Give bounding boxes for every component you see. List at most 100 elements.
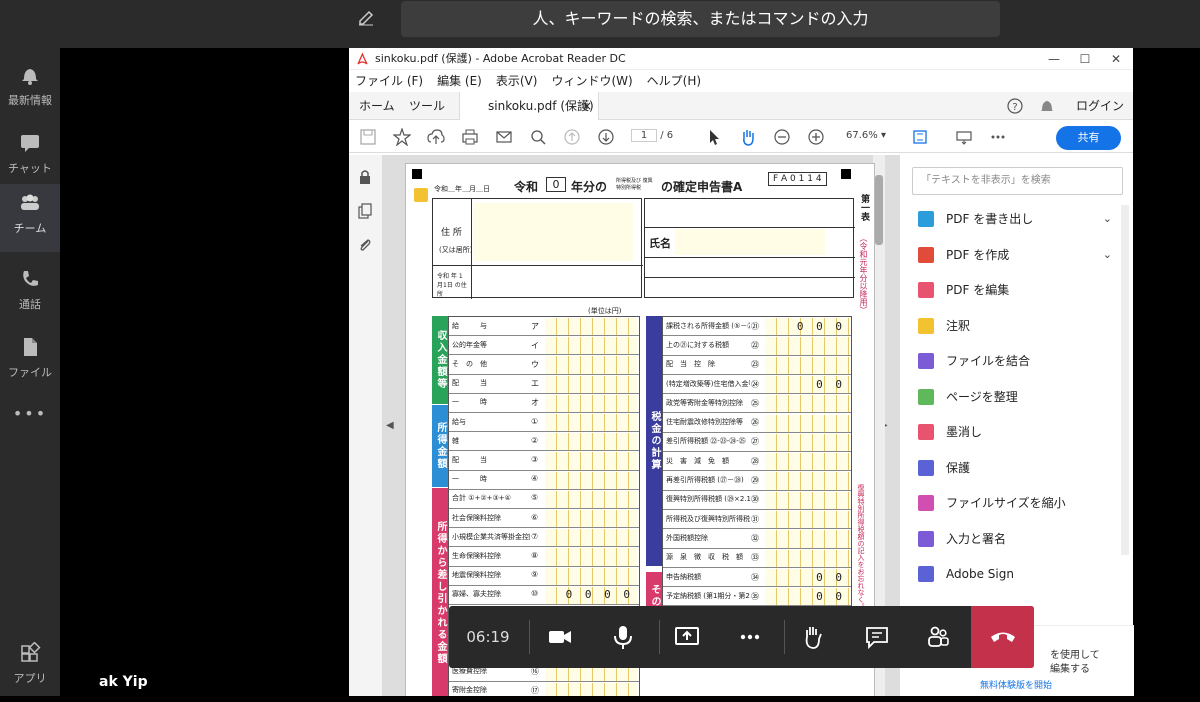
amount-input[interactable] <box>765 491 849 509</box>
minimize-icon[interactable]: — <box>1039 48 1069 70</box>
amount-input[interactable] <box>545 433 637 451</box>
amount-input[interactable] <box>765 549 849 567</box>
amount-input[interactable]: 0 0 0 0 <box>545 586 637 604</box>
amount-input[interactable] <box>545 682 637 696</box>
tool-item[interactable]: 保護 <box>918 456 1118 480</box>
next-page-icon[interactable] <box>597 128 615 146</box>
hang-up-button[interactable] <box>971 606 1034 668</box>
rail-item-more[interactable]: ••• <box>0 404 60 472</box>
help-icon[interactable]: ? <box>1007 98 1023 114</box>
amount-input[interactable] <box>765 337 849 355</box>
tools-scrollbar[interactable] <box>1121 205 1129 555</box>
rail-item-activity[interactable]: 最新情報 <box>0 56 60 124</box>
menu-window[interactable]: ウィンドウ(W) <box>551 70 632 92</box>
rail-item-calls[interactable]: 通話 <box>0 260 60 328</box>
attachment-icon[interactable] <box>357 237 373 253</box>
amount-input[interactable] <box>765 356 849 374</box>
amount-input[interactable] <box>545 529 637 547</box>
amount-input[interactable] <box>545 490 637 508</box>
tool-item[interactable]: ページを整理 <box>918 385 1118 409</box>
zoom-search-icon[interactable] <box>529 128 547 146</box>
rail-item-apps[interactable]: アプリ <box>0 634 60 702</box>
amount-input[interactable] <box>545 471 637 489</box>
address-input[interactable] <box>473 203 633 261</box>
amount-input[interactable] <box>545 394 637 412</box>
more-tools-icon[interactable] <box>989 128 1007 146</box>
tools-search-input[interactable]: 「テキストを非表示」を検索 <box>912 167 1123 195</box>
close-window-icon[interactable]: ✕ <box>1101 48 1131 70</box>
amount-input[interactable] <box>545 318 637 336</box>
tool-item[interactable]: ファイルサイズを縮小 <box>918 491 1118 515</box>
chevron-down-icon[interactable]: ⌄ <box>1103 243 1112 267</box>
chat-panel-icon[interactable] <box>863 623 891 651</box>
rail-item-teams[interactable]: チーム <box>0 184 60 252</box>
amount-input[interactable] <box>545 510 637 528</box>
tool-item[interactable]: 注釈 <box>918 314 1118 338</box>
tab-home[interactable]: ホーム <box>359 92 395 120</box>
amount-input[interactable] <box>545 567 637 585</box>
name-input[interactable] <box>675 229 825 255</box>
amount-input[interactable] <box>765 395 849 413</box>
amount-input[interactable] <box>545 375 637 393</box>
select-cursor-icon[interactable] <box>705 128 723 146</box>
save-icon[interactable] <box>359 128 377 146</box>
amount-input[interactable]: 0 0 <box>765 568 849 587</box>
more-actions-icon[interactable] <box>736 623 764 651</box>
zoom-in-icon[interactable] <box>807 128 825 146</box>
scrollbar-thumb[interactable] <box>875 175 883 245</box>
tab-close-icon[interactable]: × <box>582 92 592 120</box>
tab-document[interactable]: sinkoku.pdf (保護) × <box>459 92 599 120</box>
email-icon[interactable] <box>495 128 513 146</box>
keyboard-icon[interactable] <box>955 128 973 146</box>
amount-input[interactable] <box>545 452 637 470</box>
amount-input[interactable] <box>545 548 637 566</box>
tool-item[interactable]: ファイルを結合 <box>918 349 1118 373</box>
tool-item[interactable]: 入力と署名 <box>918 527 1118 551</box>
amount-input[interactable] <box>765 472 849 490</box>
amount-input[interactable] <box>765 511 849 529</box>
new-chat-edit-icon[interactable] <box>357 9 375 27</box>
amount-input[interactable] <box>765 433 849 452</box>
camera-icon[interactable] <box>546 623 574 651</box>
upload-cloud-icon[interactable] <box>427 128 445 146</box>
tool-item[interactable]: Adobe Sign <box>918 562 1118 586</box>
tool-item[interactable]: PDF を書き出し ⌄ <box>918 207 1118 231</box>
login-link[interactable]: ログイン <box>1076 92 1124 120</box>
amount-input[interactable] <box>765 530 849 548</box>
tool-item[interactable]: PDF を編集 <box>918 278 1118 302</box>
teams-search-input[interactable]: 人、キーワードの検索、またはコマンドの入力 <box>401 1 1000 37</box>
menu-view[interactable]: 表示(V) <box>496 70 538 92</box>
maximize-icon[interactable]: ☐ <box>1070 48 1100 70</box>
page-number-input[interactable]: 1 <box>631 129 657 142</box>
tab-tools[interactable]: ツール <box>409 92 445 120</box>
free-trial-link[interactable]: 無料体験版を開始 <box>980 678 1052 691</box>
rail-item-chat[interactable]: チャット <box>0 124 60 192</box>
amount-input[interactable] <box>545 356 637 374</box>
tool-item[interactable]: PDF を作成 ⌄ <box>918 243 1118 267</box>
comment-note-icon[interactable] <box>414 188 428 202</box>
amount-input[interactable]: 0 0 <box>765 375 849 394</box>
amount-input[interactable] <box>765 453 849 471</box>
fit-page-icon[interactable] <box>911 128 929 146</box>
menu-edit[interactable]: 編集 (E) <box>437 70 482 92</box>
raise-hand-icon[interactable] <box>799 623 827 651</box>
share-button[interactable]: 共有 <box>1056 126 1121 150</box>
amount-input[interactable] <box>765 414 849 432</box>
share-screen-icon[interactable] <box>673 623 701 651</box>
previous-page-icon[interactable] <box>563 128 581 146</box>
notification-bell-icon[interactable] <box>1039 98 1055 114</box>
rail-item-files[interactable]: ファイル <box>0 328 60 396</box>
amount-input[interactable]: 0 0 <box>765 588 849 606</box>
participants-icon[interactable] <box>924 623 952 651</box>
bookmark-star-icon[interactable] <box>393 128 411 146</box>
tool-item[interactable]: 墨消し <box>918 420 1118 444</box>
zoom-out-icon[interactable] <box>773 128 791 146</box>
menu-file[interactable]: ファイル (F) <box>355 70 423 92</box>
amount-input[interactable] <box>545 414 637 432</box>
lock-icon[interactable] <box>357 169 373 185</box>
menu-help[interactable]: ヘルプ(H) <box>647 70 701 92</box>
pages-thumbnail-icon[interactable] <box>357 203 373 219</box>
hand-tool-icon[interactable] <box>739 128 757 146</box>
zoom-dropdown[interactable]: 67.6% ▾ <box>846 130 886 141</box>
collapse-left-icon[interactable]: ◀ <box>386 420 394 431</box>
